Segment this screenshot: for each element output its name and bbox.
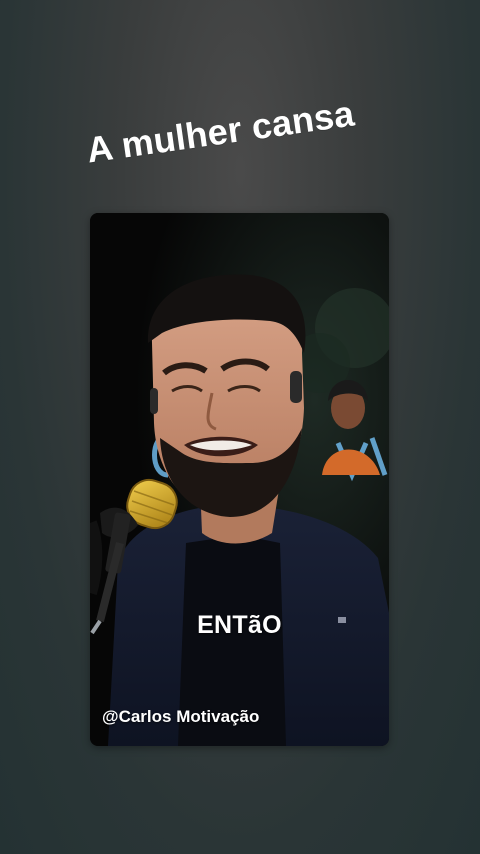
video-card[interactable]: ENTãO @Carlos Motivação [90,213,389,746]
subtitle-word: ENTãO [197,611,282,639]
caption-title: A mulher cansa [84,92,357,171]
story-page: A mulher cansa ENTãO @Carlos Motivação [0,0,480,854]
video-frame [90,213,389,746]
singer-head [147,274,306,517]
in-ear-monitor [290,371,302,403]
channel-handle[interactable]: @Carlos Motivação [102,707,259,727]
